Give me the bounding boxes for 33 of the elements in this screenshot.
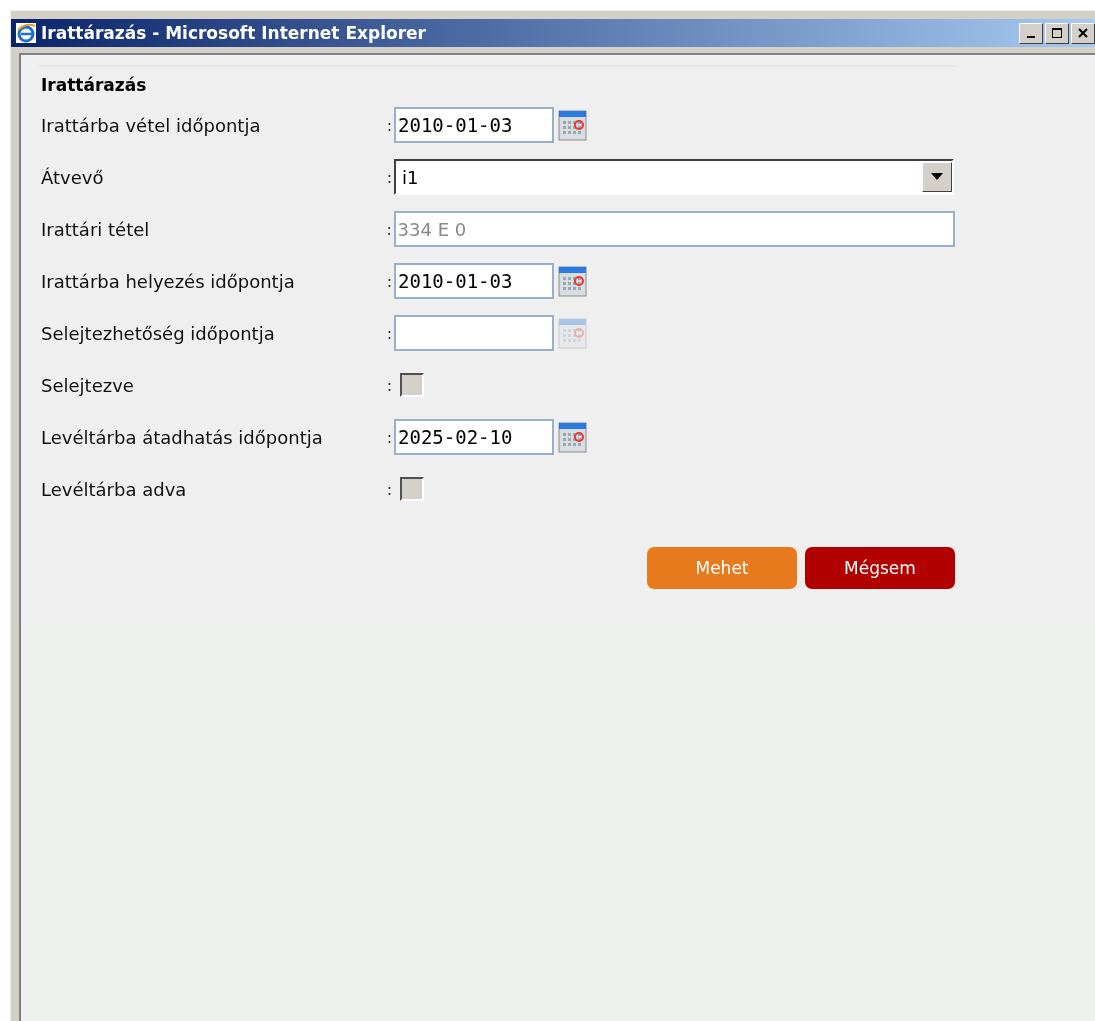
close-icon[interactable] (1077, 27, 1089, 39)
date-field[interactable]: 2025-02-10 (394, 419, 554, 455)
field-label: Levéltárba adva (40, 478, 188, 500)
field-label: Irattárba vétel időpontja (40, 114, 262, 136)
field-label: Selejtezhetőség időpontja (40, 322, 276, 344)
colon: : (385, 375, 394, 395)
window-title: Irattárazás - Microsoft Internet Explorer (41, 23, 427, 43)
cancel-button[interactable]: Mégsem (805, 547, 955, 589)
browser-icon (15, 22, 37, 44)
maximize-icon[interactable] (1051, 27, 1063, 39)
calendar-icon[interactable] (558, 264, 588, 298)
dropdown[interactable]: i1 (394, 159, 954, 195)
colon: : (385, 115, 394, 135)
date-field[interactable] (394, 315, 554, 351)
form-title: Irattárazás (41, 75, 148, 95)
date-field[interactable]: 2010-01-03 (394, 107, 554, 143)
maximize-button[interactable] (1045, 22, 1069, 44)
calendar-icon[interactable] (558, 420, 588, 454)
colon: : (385, 427, 394, 447)
colon: : (385, 479, 394, 499)
colon: : (385, 271, 394, 291)
field-label: Átvevő (40, 166, 105, 188)
field-label: Levéltárba átadhatás időpontja (40, 426, 324, 448)
field-label: Irattári tétel (40, 218, 151, 240)
close-button[interactable] (1071, 22, 1095, 44)
field-label: Selejtezve (40, 374, 135, 396)
date-field[interactable]: 2010-01-03 (394, 263, 554, 299)
minimize-button[interactable] (1019, 22, 1043, 44)
colon: : (385, 323, 394, 343)
calendar-icon[interactable] (558, 108, 588, 142)
colon: : (385, 167, 394, 187)
colon: : (385, 219, 393, 239)
field-label: Irattárba helyezés időpontja (40, 270, 296, 292)
